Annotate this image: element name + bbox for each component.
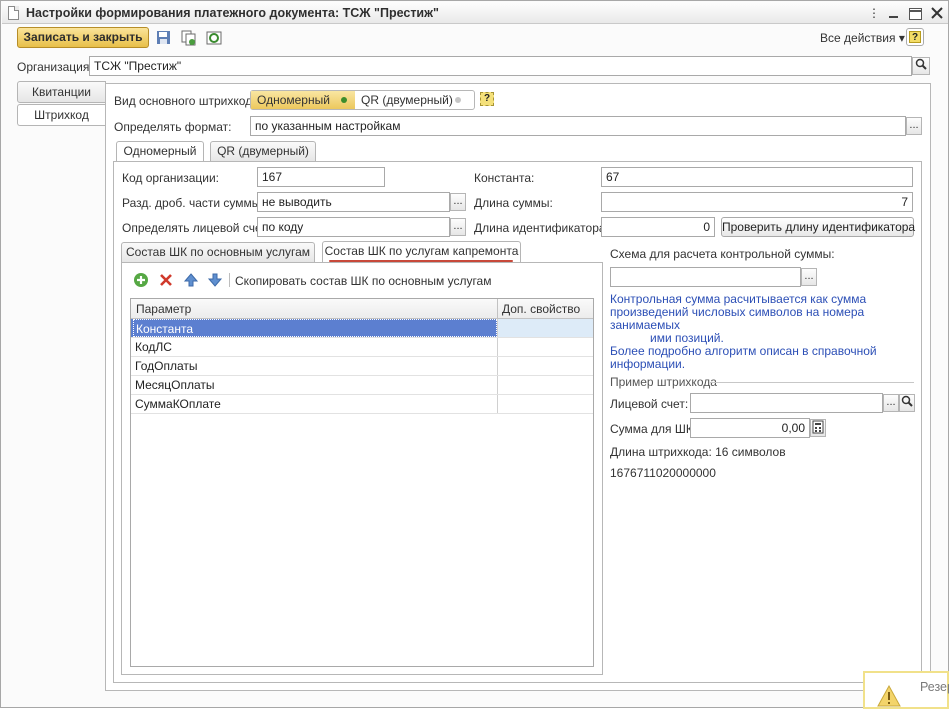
radio-dot-icon [455, 97, 461, 103]
check-id-length-button[interactable]: Проверить длину идентификатора [721, 217, 915, 237]
fraction-label: Разд. дроб. части суммы: [122, 196, 264, 210]
table-row[interactable]: СуммаКОплате [131, 395, 593, 414]
move-up-icon[interactable] [183, 272, 199, 288]
refresh-icon[interactable] [206, 30, 222, 46]
org-field[interactable]: ТСЖ "Престиж" [89, 56, 912, 76]
barcode-length-text: Длина штрихкода: 16 символов [610, 445, 786, 459]
minimize-icon[interactable] [886, 6, 902, 22]
table-cell [497, 395, 593, 413]
ellipsis-icon[interactable]: ... [906, 117, 922, 135]
toolbar-separator [229, 273, 230, 287]
table-row[interactable]: Константа [131, 319, 593, 338]
help-button[interactable]: ? [906, 28, 924, 46]
table-row[interactable]: ГодОплаты [131, 357, 593, 376]
tab-main-services[interactable]: Состав ШК по основным услугам [121, 242, 315, 262]
radio-dot-icon [341, 97, 347, 103]
table-header: Параметр Доп. свойство [131, 299, 593, 319]
table-cell: СуммаКОплате [135, 397, 221, 411]
example-title: Пример штрихкода [610, 375, 717, 389]
calculator-icon[interactable] [810, 419, 826, 437]
copy-icon[interactable] [181, 30, 197, 46]
tab-capital-repair[interactable]: Состав ШК по услугам капремонта [322, 241, 521, 262]
radio-one-dimensional[interactable]: Одномерный [251, 91, 355, 109]
close-icon[interactable] [929, 6, 945, 22]
table-cell: ГодОплаты [135, 359, 198, 373]
hint-icon[interactable]: ? [480, 92, 494, 106]
ellipsis-icon[interactable]: ... [450, 193, 466, 211]
account-field[interactable]: по коду [257, 217, 450, 237]
table-row[interactable]: КодЛС [131, 338, 593, 357]
maximize-icon[interactable] [909, 8, 922, 20]
column-header-parameter[interactable]: Параметр [136, 302, 191, 316]
constant-label: Константа: [474, 171, 535, 185]
warning-icon [877, 684, 901, 710]
notification-text: Резер [920, 680, 949, 694]
org-label: Организация: [17, 60, 93, 74]
menu-icon[interactable]: ⋮ [866, 6, 882, 22]
org-code-label: Код организации: [122, 171, 219, 185]
form-window: Настройки формирования платежного докуме… [0, 0, 949, 709]
save-icon[interactable] [156, 30, 172, 46]
table-cell [497, 376, 593, 394]
radio-qr-label: QR (двумерный) [361, 93, 453, 107]
fraction-field[interactable]: не выводить [257, 192, 450, 212]
checksum-field[interactable] [610, 267, 801, 287]
table-cell [497, 338, 593, 356]
table-cell [497, 319, 593, 337]
table-cell: МесяцОплаты [135, 378, 215, 392]
org-code-field[interactable]: 167 [257, 167, 385, 187]
example-sum-label: Сумма для ШК: [610, 422, 697, 436]
copy-composition-button[interactable]: Скопировать состав ШК по основным услуга… [235, 274, 491, 288]
id-length-label: Длина идентификатора: [474, 221, 609, 235]
example-account-label: Лицевой счет: [610, 397, 689, 411]
ellipsis-icon[interactable]: ... [450, 218, 466, 236]
add-icon[interactable] [133, 272, 149, 288]
barcode-type-label: Вид основного штрихкода: [114, 94, 263, 108]
checksum-info: Контрольная сумма расчитывается как сумм… [610, 293, 922, 371]
account-label: Определять лицевой счет: [122, 221, 271, 235]
all-actions-menu[interactable]: Все действия ▾ [820, 31, 905, 45]
format-field[interactable]: по указанным настройкам [250, 116, 906, 136]
id-length-field[interactable]: 0 [601, 217, 715, 237]
dropdown-arrow-icon: ▾ [898, 31, 905, 45]
notification-popup[interactable]: Резер [863, 671, 949, 709]
save-and-close-button[interactable]: Записать и закрыть [17, 27, 149, 48]
radio-one-dimensional-label: Одномерный [257, 93, 330, 107]
example-account-field[interactable] [690, 393, 883, 413]
tab-qr[interactable]: QR (двумерный) [210, 141, 316, 161]
side-tab-receipts[interactable]: Квитанции [17, 81, 106, 103]
example-separator [710, 382, 914, 383]
search-icon[interactable] [899, 394, 915, 412]
ellipsis-icon[interactable]: ... [883, 394, 899, 412]
format-label: Определять формат: [114, 120, 232, 134]
ellipsis-icon[interactable]: ... [801, 268, 817, 286]
move-down-icon[interactable] [207, 272, 223, 288]
help-icon: ? [909, 31, 921, 43]
sum-length-label: Длина суммы: [474, 196, 553, 210]
document-icon [8, 6, 19, 20]
barcode-example-value: 1676711020000000 [610, 466, 716, 480]
example-sum-field[interactable]: 0,00 [690, 418, 810, 438]
checksum-label: Схема для расчета контрольной суммы: [610, 247, 835, 261]
side-tab-barcode[interactable]: Штрихкод [17, 104, 106, 126]
info-line: информации. [610, 357, 686, 371]
table-cell: Константа [133, 319, 497, 337]
table-cell [497, 357, 593, 375]
parameters-table: Параметр Доп. свойство Константа КодЛС Г… [130, 298, 594, 667]
info-line: произведений числовых символов на номера… [610, 305, 865, 332]
constant-field[interactable]: 67 [601, 167, 913, 187]
table-cell: КодЛС [135, 340, 172, 354]
sum-length-field[interactable]: 7 [601, 192, 913, 212]
column-header-extra[interactable]: Доп. свойство [502, 302, 580, 316]
title-bar: Настройки формирования платежного докуме… [2, 2, 948, 24]
delete-icon[interactable] [158, 272, 174, 288]
table-row[interactable]: МесяцОплаты [131, 376, 593, 395]
radio-qr[interactable]: QR (двумерный) [355, 91, 475, 109]
search-icon[interactable] [912, 57, 930, 75]
column-divider [497, 299, 498, 318]
barcode-type-radio[interactable]: Одномерный QR (двумерный) [250, 90, 475, 110]
all-actions-label: Все действия [820, 31, 896, 45]
window-title: Настройки формирования платежного докуме… [26, 6, 439, 20]
tab-one-dimensional[interactable]: Одномерный [116, 141, 204, 162]
